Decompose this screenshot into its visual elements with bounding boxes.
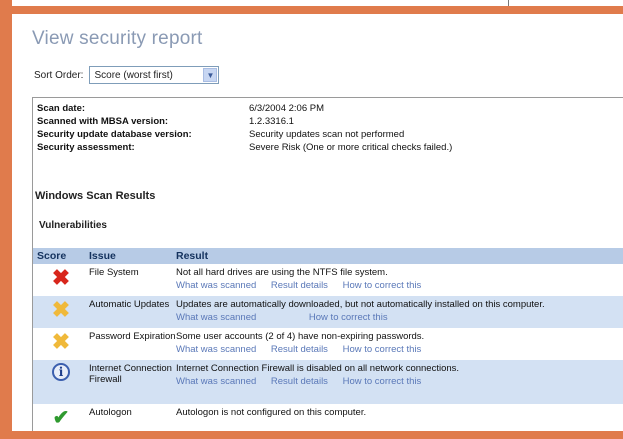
page-frame-bottom xyxy=(0,431,623,439)
meta-value: Security updates scan not performed xyxy=(249,129,405,140)
result-cell: Autologon is not configured on this comp… xyxy=(176,404,623,428)
how-to-correct-link[interactable]: How to correct this xyxy=(309,312,388,323)
meta-value: 6/3/2004 2:06 PM xyxy=(249,103,324,114)
meta-row-scan-date: Scan date: 6/3/2004 2:06 PM xyxy=(37,103,452,116)
result-text: Not all hard drives are using the NTFS f… xyxy=(176,267,388,278)
column-header-result[interactable]: Result xyxy=(176,250,623,262)
column-header-score[interactable]: Score xyxy=(33,250,89,262)
result-details-link[interactable]: Result details xyxy=(271,280,328,291)
meta-key: Scanned with MBSA version: xyxy=(37,116,169,127)
table-header: Score Issue Result xyxy=(33,248,623,264)
table-row: ✖ Password Expiration Some user accounts… xyxy=(33,328,623,360)
score-cell: ✔ xyxy=(33,404,89,428)
red-x-icon: ✖ xyxy=(51,265,71,290)
what-was-scanned-link[interactable]: What was scanned xyxy=(176,344,256,355)
meta-value: Severe Risk (One or more critical checks… xyxy=(249,142,453,153)
result-text: Updates are automatically downloaded, bu… xyxy=(176,299,545,310)
results-table: Score Issue Result ✖ File System Not all… xyxy=(33,248,623,428)
page-frame-gap xyxy=(0,0,623,6)
how-to-correct-link[interactable]: How to correct this xyxy=(343,376,422,387)
column-header-issue[interactable]: Issue xyxy=(89,250,176,262)
result-links: What was scanned How to correct this xyxy=(176,312,623,324)
report-panel: Scan date: 6/3/2004 2:06 PM Scanned with… xyxy=(32,97,623,431)
page-tick-mark xyxy=(508,0,509,6)
result-text: Autologon is not configured on this comp… xyxy=(176,407,367,418)
issue-cell: Autologon xyxy=(89,407,132,418)
meta-value: 1.2.3316.1 xyxy=(249,116,294,127)
scan-metadata: Scan date: 6/3/2004 2:06 PM Scanned with… xyxy=(37,103,452,155)
result-cell: Not all hard drives are using the NTFS f… xyxy=(176,264,623,296)
result-cell: Internet Connection Firewall is disabled… xyxy=(176,360,623,404)
table-row: ✖ File System Not all hard drives are us… xyxy=(33,264,623,296)
how-to-correct-link[interactable]: How to correct this xyxy=(343,280,422,291)
table-row: ✖ Automatic Updates Updates are automati… xyxy=(33,296,623,328)
what-was-scanned-link[interactable]: What was scanned xyxy=(176,312,256,323)
score-cell: ✖ xyxy=(33,296,89,328)
result-text: Some user accounts (2 of 4) have non-exp… xyxy=(176,331,425,342)
info-icon: i xyxy=(52,363,70,381)
sort-order-label: Sort Order: xyxy=(34,69,84,81)
result-details-link[interactable]: Result details xyxy=(271,344,328,355)
what-was-scanned-link[interactable]: What was scanned xyxy=(176,280,256,291)
issue-cell: Automatic Updates xyxy=(89,299,170,310)
result-links: What was scanned Result details How to c… xyxy=(176,344,623,356)
meta-key: Scan date: xyxy=(37,103,86,114)
chevron-down-icon[interactable]: ▼ xyxy=(203,68,218,82)
result-cell: Updates are automatically downloaded, bu… xyxy=(176,296,623,328)
sort-order-select[interactable]: Score (worst first) ▼ xyxy=(89,66,220,84)
score-cell: ✖ xyxy=(33,264,89,296)
section-heading: Windows Scan Results xyxy=(35,190,156,202)
meta-row-db-version: Security update database version: Securi… xyxy=(37,129,452,142)
score-cell: ✖ xyxy=(33,328,89,360)
meta-key: Security update database version: xyxy=(37,129,192,140)
green-check-icon: ✔ xyxy=(52,407,70,429)
page-title: View security report xyxy=(32,28,203,49)
report-window: View security report Sort Order: Score (… xyxy=(12,14,623,431)
result-details-link[interactable]: Result details xyxy=(271,376,328,387)
meta-row-assessment: Security assessment: Severe Risk (One or… xyxy=(37,142,452,155)
how-to-correct-link[interactable]: How to correct this xyxy=(343,344,422,355)
yellow-x-icon: ✖ xyxy=(51,329,71,354)
result-cell: Some user accounts (2 of 4) have non-exp… xyxy=(176,328,623,360)
what-was-scanned-link[interactable]: What was scanned xyxy=(176,376,256,387)
issue-cell: File System xyxy=(89,267,139,278)
score-cell: i xyxy=(33,360,89,404)
page-frame-left xyxy=(0,0,12,439)
result-links: What was scanned Result details How to c… xyxy=(176,376,623,388)
meta-row-mbsa-version: Scanned with MBSA version: 1.2.3316.1 xyxy=(37,116,452,129)
table-row: i Internet Connection Firewall Internet … xyxy=(33,360,623,404)
subsection-heading: Vulnerabilities xyxy=(39,220,107,231)
sort-order-value: Score (worst first) xyxy=(94,69,173,81)
yellow-x-icon: ✖ xyxy=(51,297,71,322)
issue-cell: Password Expiration xyxy=(89,331,176,342)
result-text: Internet Connection Firewall is disabled… xyxy=(176,363,460,374)
meta-key: Security assessment: xyxy=(37,142,135,153)
sort-order-row: Sort Order: Score (worst first) ▼ xyxy=(34,66,220,84)
result-links: What was scanned Result details How to c… xyxy=(176,280,623,292)
issue-cell: Internet Connection Firewall xyxy=(89,363,172,385)
table-row: ✔ Autologon Autologon is not configured … xyxy=(33,404,623,428)
